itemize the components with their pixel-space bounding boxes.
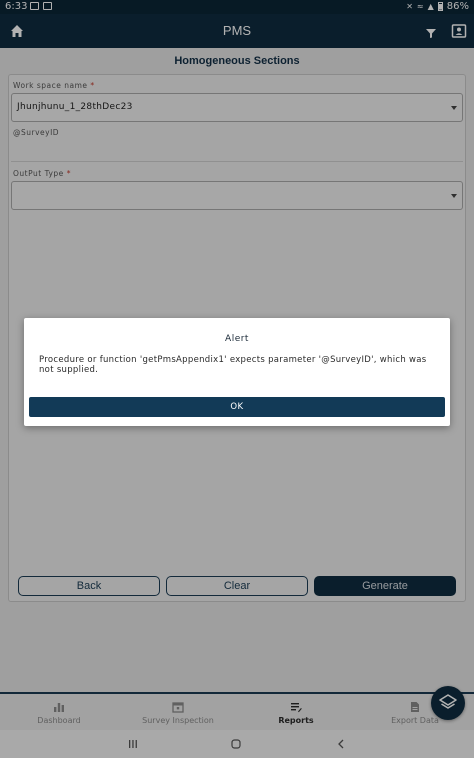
dialog-message: Procedure or function 'getPmsAppendix1' … [39, 355, 427, 375]
ok-button[interactable]: OK [29, 397, 445, 417]
dialog-title: Alert [225, 334, 249, 344]
alert-dialog: Alert Procedure or function 'getPmsAppen… [24, 318, 450, 426]
